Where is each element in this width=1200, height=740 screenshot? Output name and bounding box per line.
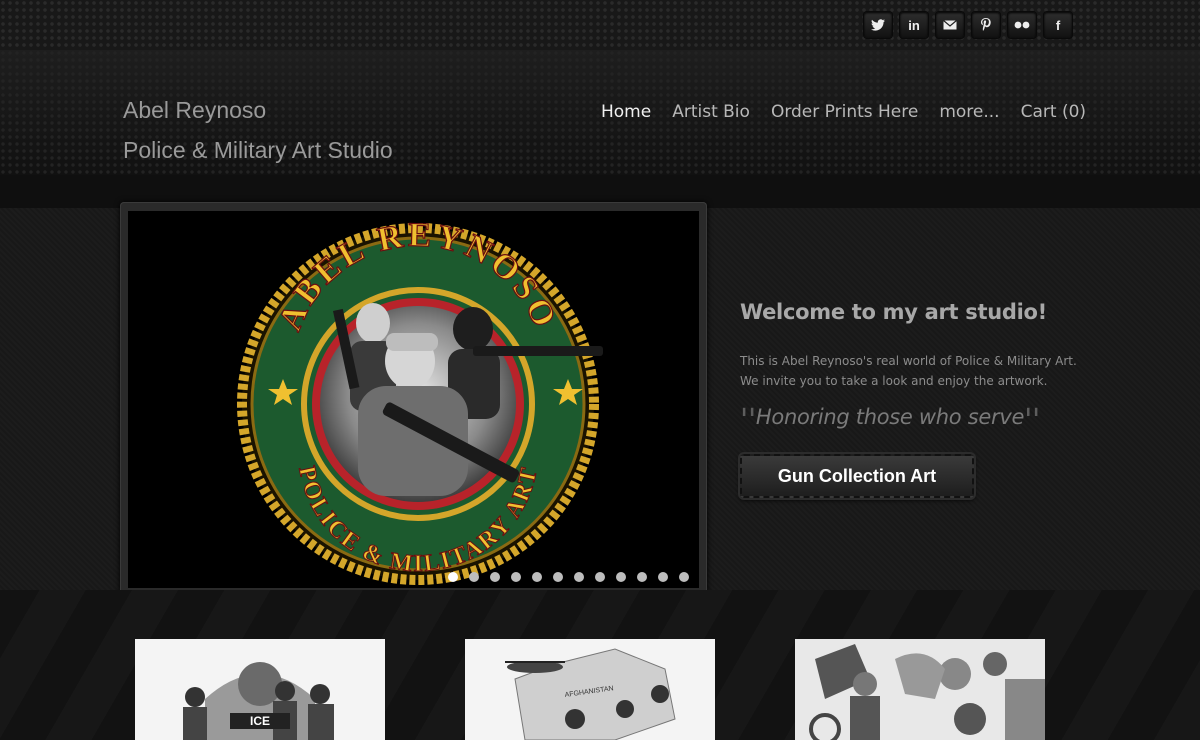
flickr-icon[interactable] xyxy=(1008,12,1036,38)
twitter-icon[interactable] xyxy=(864,12,892,38)
slideshow: ABEL REYNOSO POLICE & MILITARY ART xyxy=(120,202,707,596)
tagline-quote: ''Honoring those who serve'' xyxy=(740,403,1100,438)
site-logo-text[interactable]: Abel Reynoso Police & Military Art Studi… xyxy=(123,90,393,170)
slide-dot[interactable] xyxy=(511,572,521,582)
quote-mark-close: '' xyxy=(1024,403,1040,438)
welcome-panel: Welcome to my art studio! This is Abel R… xyxy=(740,300,1100,498)
gun-collection-button[interactable]: Gun Collection Art xyxy=(740,454,974,498)
welcome-heading: Welcome to my art studio! xyxy=(740,300,1047,324)
nav-artist-bio[interactable]: Artist Bio xyxy=(672,102,750,176)
social-links: in f xyxy=(864,12,1072,38)
thumb-ice-label: ICE xyxy=(250,714,270,728)
nav-more[interactable]: more... xyxy=(939,102,999,176)
pinterest-icon[interactable] xyxy=(972,12,1000,38)
slide-dot[interactable] xyxy=(679,572,689,582)
welcome-text: This is Abel Reynoso's real world of Pol… xyxy=(740,351,1100,391)
brand-name[interactable]: Abel Reynoso xyxy=(123,90,393,130)
slide-dot[interactable] xyxy=(448,572,458,582)
quote-text: Honoring those who serve xyxy=(755,405,1025,429)
hero-section: ABEL REYNOSO POLICE & MILITARY ART Welco… xyxy=(0,202,1200,596)
welcome-line-1: This is Abel Reynoso's real world of Pol… xyxy=(740,354,1077,368)
slide-image[interactable]: ABEL REYNOSO POLICE & MILITARY ART xyxy=(128,211,699,588)
slide-dot[interactable] xyxy=(553,572,563,582)
gallery-thumb-veterans[interactable] xyxy=(795,639,1045,740)
slide-dot[interactable] xyxy=(532,572,542,582)
brand-tagline[interactable]: Police & Military Art Studio xyxy=(123,130,393,170)
slide-dot[interactable] xyxy=(595,572,605,582)
slide-dot[interactable] xyxy=(616,572,626,582)
slide-dot[interactable] xyxy=(574,572,584,582)
slide-dot[interactable] xyxy=(490,572,500,582)
gallery-section: ICE AFGHANISTAN xyxy=(0,590,1200,740)
linkedin-icon[interactable]: in xyxy=(900,12,928,38)
nav-order-prints[interactable]: Order Prints Here xyxy=(771,102,918,176)
gallery-thumb-ice[interactable]: ICE xyxy=(135,639,385,740)
emblem-artwork: ABEL REYNOSO POLICE & MILITARY ART xyxy=(237,216,603,585)
welcome-line-2: We invite you to take a look and enjoy t… xyxy=(740,374,1048,388)
slide-dot[interactable] xyxy=(658,572,668,582)
site-header: Abel Reynoso Police & Military Art Studi… xyxy=(0,50,1200,178)
quote-mark-open: '' xyxy=(740,403,756,438)
gallery-thumb-afghanistan[interactable]: AFGHANISTAN xyxy=(465,639,715,740)
main-nav: Home Artist Bio Order Prints Here more..… xyxy=(601,102,1086,178)
slide-dot[interactable] xyxy=(469,572,479,582)
email-icon[interactable] xyxy=(936,12,964,38)
facebook-icon[interactable]: f xyxy=(1044,12,1072,38)
top-bar: in f xyxy=(0,0,1200,50)
nav-cart[interactable]: Cart (0) xyxy=(1021,102,1086,176)
nav-home[interactable]: Home xyxy=(601,102,652,178)
slide-indicators xyxy=(448,572,689,582)
slide-dot[interactable] xyxy=(637,572,647,582)
